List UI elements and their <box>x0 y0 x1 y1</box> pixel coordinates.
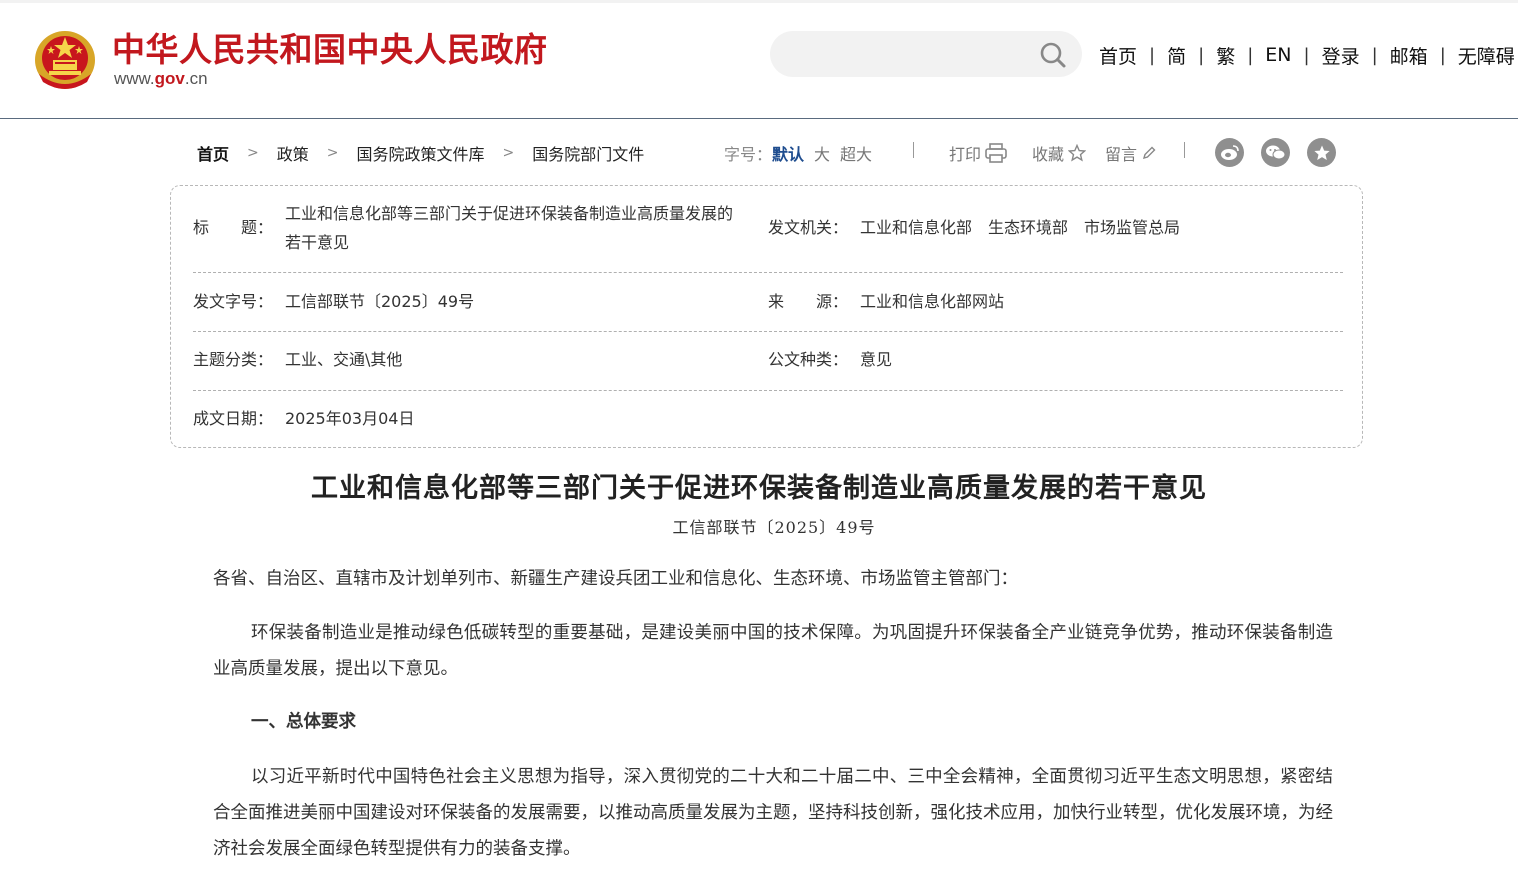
toolbar-divider <box>913 142 914 158</box>
print-button[interactable]: 打印 <box>949 141 1007 165</box>
title-value-line2: 若干意见 <box>285 233 350 252</box>
site-url[interactable]: www.gov.cn <box>114 69 208 89</box>
comment-label: 留言 <box>1105 145 1138 164</box>
font-size-selector: 字号： 默认 大 超大 <box>724 141 872 165</box>
site-url-prefix: www. <box>114 69 155 88</box>
source-label: 来 源： <box>768 292 849 311</box>
article-salutation: 各省、自治区、直辖市及计划单列市、新疆生产建设兵团工业和信息化、生态环境、市场监… <box>213 569 1018 589</box>
nav-english[interactable]: EN <box>1265 44 1291 66</box>
search-input[interactable] <box>790 39 1030 69</box>
breadcrumb: 首页 > 政策 > 国务院政策文件库 > 国务院部门文件 <box>197 141 644 165</box>
nav-separator: | <box>1439 44 1446 66</box>
favorite-label: 收藏 <box>1032 145 1065 164</box>
wechat-icon[interactable] <box>1261 138 1290 167</box>
star-icon[interactable] <box>1307 138 1336 167</box>
type-label: 公文种类： <box>768 350 849 369</box>
chevron-right-icon: > <box>326 145 339 161</box>
title-value-line1: 工业和信息化部等三部门关于促进环保装备制造业高质量发展的 <box>285 204 734 223</box>
nav-separator: | <box>1303 44 1310 66</box>
site-url-highlight: gov <box>154 69 185 88</box>
national-emblem-icon[interactable] <box>33 24 97 90</box>
nav-accessibility[interactable]: 无障碍 <box>1458 42 1515 69</box>
topic-value: 工业、交通\其他 <box>285 350 403 369</box>
nav-login[interactable]: 登录 <box>1322 42 1360 69</box>
weibo-icon[interactable] <box>1215 138 1244 167</box>
nav-traditional[interactable]: 繁 <box>1216 42 1235 69</box>
doc-no-value: 工信部联节〔2025〕49号 <box>285 292 475 311</box>
info-row-docno: 发文字号： 工信部联节〔2025〕49号 来 源： 工业和信息化部网站 <box>193 273 1343 332</box>
info-row-date: 成文日期： 2025年03月04日 <box>193 391 1343 448</box>
breadcrumb-policy[interactable]: 政策 <box>277 141 309 165</box>
star-outline-icon <box>1068 144 1087 162</box>
pencil-icon <box>1142 146 1156 160</box>
breadcrumb-department-docs[interactable]: 国务院部门文件 <box>532 141 644 165</box>
nav-mail[interactable]: 邮箱 <box>1390 42 1428 69</box>
issuer-value: 工业和信息化部 生态环境部 市场监管总局 <box>860 218 1181 237</box>
nav-separator: | <box>1198 44 1205 66</box>
search-icon[interactable] <box>1039 41 1067 69</box>
search-box[interactable] <box>770 31 1082 77</box>
breadcrumb-policy-library[interactable]: 国务院政策文件库 <box>357 141 485 165</box>
toolbar-divider <box>1184 142 1185 158</box>
nav-separator: | <box>1247 44 1254 66</box>
issuer-label: 发文机关： <box>768 218 849 237</box>
comment-button[interactable]: 留言 <box>1105 141 1157 165</box>
article-title: 工业和信息化部等三部门关于促进环保装备制造业高质量发展的若干意见 <box>311 473 1207 504</box>
date-value: 2025年03月04日 <box>285 409 415 428</box>
nav-separator: | <box>1371 44 1378 66</box>
favorite-button[interactable]: 收藏 <box>1032 141 1087 165</box>
font-size-xlarge[interactable]: 超大 <box>840 141 872 165</box>
document-info-table: 标 题： 工业和信息化部等三部门关于促进环保装备制造业高质量发展的 若干意见 发… <box>170 185 1363 448</box>
article-intro: 环保装备制造业是推动绿色低碳转型的重要基础，是建设美丽中国的技术保障。为巩固提升… <box>213 623 1333 679</box>
site-header: 中华人民共和国中央人民政府 www.gov.cn 首页 | 简 | 繁 | EN… <box>0 0 1518 119</box>
title-label: 标 题： <box>193 218 274 237</box>
font-size-label: 字号： <box>724 145 773 164</box>
section-heading: 一、总体要求 <box>251 712 356 732</box>
article-doc-number: 工信部联节〔2025〕49号 <box>672 518 876 537</box>
nav-separator: | <box>1149 44 1156 66</box>
site-title[interactable]: 中华人民共和国中央人民政府 <box>112 23 548 71</box>
nav-simplified[interactable]: 简 <box>1167 42 1186 69</box>
doc-no-label: 发文字号： <box>193 292 274 311</box>
font-size-default[interactable]: 默认 <box>772 141 804 165</box>
article-toolbar: 首页 > 政策 > 国务院政策文件库 > 国务院部门文件 字号： 默认 大 超大… <box>197 138 1347 167</box>
chevron-right-icon: > <box>502 145 515 161</box>
date-label: 成文日期： <box>193 409 274 428</box>
top-nav: 首页 | 简 | 繁 | EN | 登录 | 邮箱 | 无障碍 <box>1099 41 1515 69</box>
font-size-large[interactable]: 大 <box>814 141 830 165</box>
breadcrumb-home[interactable]: 首页 <box>197 141 229 165</box>
chevron-right-icon: > <box>247 145 259 161</box>
nav-home[interactable]: 首页 <box>1099 42 1137 69</box>
info-row-topic: 主题分类： 工业、交通\其他 公文种类： 意见 <box>193 332 1343 391</box>
article-paragraph: 以习近平新时代中国特色社会主义思想为指导，深入贯彻党的二十大和二十届二中、三中全… <box>213 767 1333 859</box>
site-url-suffix: .cn <box>184 69 208 88</box>
source-value: 工业和信息化部网站 <box>860 292 1005 311</box>
type-value: 意见 <box>860 350 893 369</box>
printer-icon <box>985 143 1007 163</box>
topic-label: 主题分类： <box>193 350 274 369</box>
info-row-title: 标 题： 工业和信息化部等三部门关于促进环保装备制造业高质量发展的 若干意见 发… <box>193 186 1343 273</box>
print-label: 打印 <box>949 145 982 164</box>
